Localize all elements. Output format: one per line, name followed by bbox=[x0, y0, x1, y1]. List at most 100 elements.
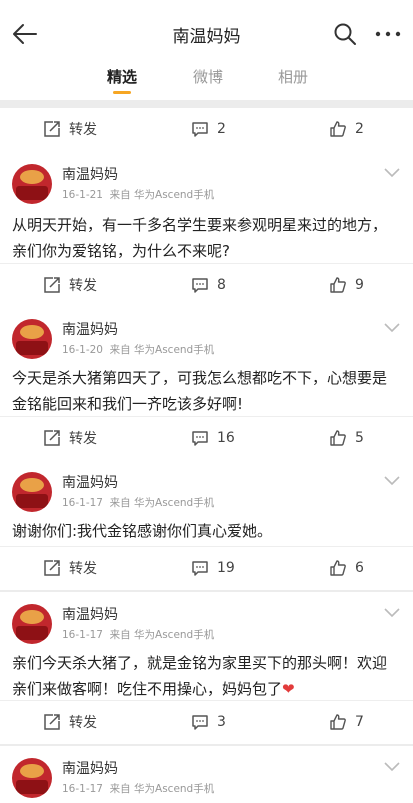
repost-label: 转发 bbox=[69, 561, 97, 577]
comment-icon bbox=[192, 561, 208, 576]
repost-icon bbox=[44, 277, 60, 293]
repost-button[interactable]: 转发 bbox=[43, 427, 97, 449]
post-meta: 16-1-20 来自 华为Ascend手机 bbox=[62, 342, 214, 357]
post-date: 16-1-17 bbox=[62, 629, 103, 641]
like-button[interactable]: 7 bbox=[329, 711, 364, 733]
thumbs-up-icon bbox=[330, 560, 346, 576]
search-icon[interactable] bbox=[333, 22, 357, 46]
post-actions: 转发 16 5 bbox=[0, 416, 413, 460]
post-text: 从明天开始，有一千多名学生要来参观明星来过的地方，亲们你为爱铭铭，为什么不来呢? bbox=[12, 216, 388, 260]
author-name[interactable]: 南温妈妈 bbox=[62, 758, 118, 778]
thumbs-up-icon bbox=[330, 277, 346, 293]
like-button[interactable]: 6 bbox=[329, 557, 364, 579]
post-card: 南温妈妈 16-1-17 来自 华为Ascend手机 bbox=[0, 746, 413, 803]
source-label: 来自 bbox=[109, 189, 131, 201]
post-meta: 16-1-17 来自 华为Ascend手机 bbox=[62, 627, 214, 642]
comment-button[interactable]: 19 bbox=[191, 557, 235, 579]
repost-icon bbox=[44, 714, 60, 730]
avatar[interactable] bbox=[12, 164, 52, 204]
heart-emoji: ❤ bbox=[282, 680, 295, 698]
repost-label: 转发 bbox=[69, 431, 97, 447]
avatar[interactable] bbox=[12, 604, 52, 644]
post-text-body: 亲们今天杀大猪了，就是金铭为家里买下的那头啊！欢迎亲们来做客啊！吃住不用操心，妈… bbox=[12, 654, 388, 698]
repost-button[interactable]: 转发 bbox=[43, 118, 97, 140]
active-tab-indicator bbox=[113, 91, 131, 94]
like-count: 6 bbox=[355, 560, 364, 576]
author-name[interactable]: 南温妈妈 bbox=[62, 319, 118, 339]
post-meta: 16-1-21 来自 华为Ascend手机 bbox=[62, 187, 214, 202]
thumbs-up-icon bbox=[330, 430, 346, 446]
like-count: 9 bbox=[355, 277, 364, 293]
chevron-down-icon[interactable] bbox=[384, 168, 400, 178]
post-source: 华为Ascend手机 bbox=[134, 189, 215, 201]
tab-weibo[interactable]: 微博 bbox=[178, 66, 238, 87]
nav-bar: 南温妈妈 bbox=[0, 10, 413, 58]
chevron-down-icon[interactable] bbox=[384, 476, 400, 486]
post-meta: 16-1-17 来自 华为Ascend手机 bbox=[62, 495, 214, 510]
repost-button[interactable]: 转发 bbox=[43, 274, 97, 296]
repost-button[interactable]: 转发 bbox=[43, 711, 97, 733]
repost-icon bbox=[44, 560, 60, 576]
comment-count: 19 bbox=[217, 560, 235, 576]
thumbs-up-icon bbox=[330, 714, 346, 730]
post-actions: 转发 2 2 bbox=[0, 108, 413, 152]
source-label: 来自 bbox=[109, 497, 131, 509]
tab-featured[interactable]: 精选 bbox=[92, 66, 152, 87]
author-name[interactable]: 南温妈妈 bbox=[62, 604, 118, 624]
comment-button[interactable]: 3 bbox=[191, 711, 226, 733]
avatar[interactable] bbox=[12, 319, 52, 359]
like-button[interactable]: 5 bbox=[329, 427, 364, 449]
post-text: 谢谢你们:我代金铭感谢你们真心爱她。 bbox=[12, 522, 273, 540]
comment-count: 2 bbox=[217, 121, 226, 137]
author-name[interactable]: 南温妈妈 bbox=[62, 472, 118, 492]
post-source: 华为Ascend手机 bbox=[134, 497, 215, 509]
source-label: 来自 bbox=[109, 344, 131, 356]
comment-button[interactable]: 8 bbox=[191, 274, 226, 296]
chevron-down-icon[interactable] bbox=[384, 323, 400, 333]
post-actions: 转发 8 9 bbox=[0, 263, 413, 307]
repost-button[interactable]: 转发 bbox=[43, 557, 97, 579]
post-text: 亲们今天杀大猪了，就是金铭为家里买下的那头啊！欢迎亲们来做客啊！吃住不用操心，妈… bbox=[12, 650, 401, 702]
comment-icon bbox=[192, 431, 208, 446]
profile-tabs: 精选 微博 相册 bbox=[0, 58, 413, 100]
repost-icon bbox=[44, 121, 60, 137]
chevron-down-icon[interactable] bbox=[384, 762, 400, 772]
post-date: 16-1-17 bbox=[62, 497, 103, 509]
post-date: 16-1-20 bbox=[62, 344, 103, 356]
source-label: 来自 bbox=[109, 783, 131, 795]
thumbs-up-icon bbox=[330, 121, 346, 137]
source-label: 来自 bbox=[109, 629, 131, 641]
chevron-down-icon[interactable] bbox=[384, 608, 400, 618]
post-text: 今天是杀大猪第四天了，可我怎么想都吃不下，心想要是金铭能回来和我们一齐吃该多好啊… bbox=[12, 369, 388, 413]
status-bar bbox=[0, 0, 413, 10]
post-date: 16-1-17 bbox=[62, 783, 103, 795]
comment-count: 3 bbox=[217, 714, 226, 730]
post-source: 华为Ascend手机 bbox=[134, 783, 215, 795]
more-dots-icon[interactable] bbox=[375, 30, 401, 38]
comment-count: 8 bbox=[217, 277, 226, 293]
post-meta: 16-1-17 来自 华为Ascend手机 bbox=[62, 781, 214, 796]
repost-label: 转发 bbox=[69, 278, 97, 294]
post-date: 16-1-21 bbox=[62, 189, 103, 201]
repost-label: 转发 bbox=[69, 122, 97, 138]
tab-album[interactable]: 相册 bbox=[263, 66, 323, 87]
avatar[interactable] bbox=[12, 472, 52, 512]
avatar[interactable] bbox=[12, 758, 52, 798]
comment-icon bbox=[192, 122, 208, 137]
like-button[interactable]: 9 bbox=[329, 274, 364, 296]
post-source: 华为Ascend手机 bbox=[134, 629, 215, 641]
post-actions: 转发 3 7 bbox=[0, 700, 413, 744]
like-button[interactable]: 2 bbox=[329, 118, 364, 140]
repost-icon bbox=[44, 430, 60, 446]
post-actions: 转发 19 6 bbox=[0, 546, 413, 590]
comment-button[interactable]: 2 bbox=[191, 118, 226, 140]
like-count: 2 bbox=[355, 121, 364, 137]
comment-count: 16 bbox=[217, 430, 235, 446]
comment-icon bbox=[192, 278, 208, 293]
like-count: 5 bbox=[355, 430, 364, 446]
author-name[interactable]: 南温妈妈 bbox=[62, 164, 118, 184]
comment-button[interactable]: 16 bbox=[191, 427, 235, 449]
like-count: 7 bbox=[355, 714, 364, 730]
comment-icon bbox=[192, 715, 208, 730]
post-source: 华为Ascend手机 bbox=[134, 344, 215, 356]
